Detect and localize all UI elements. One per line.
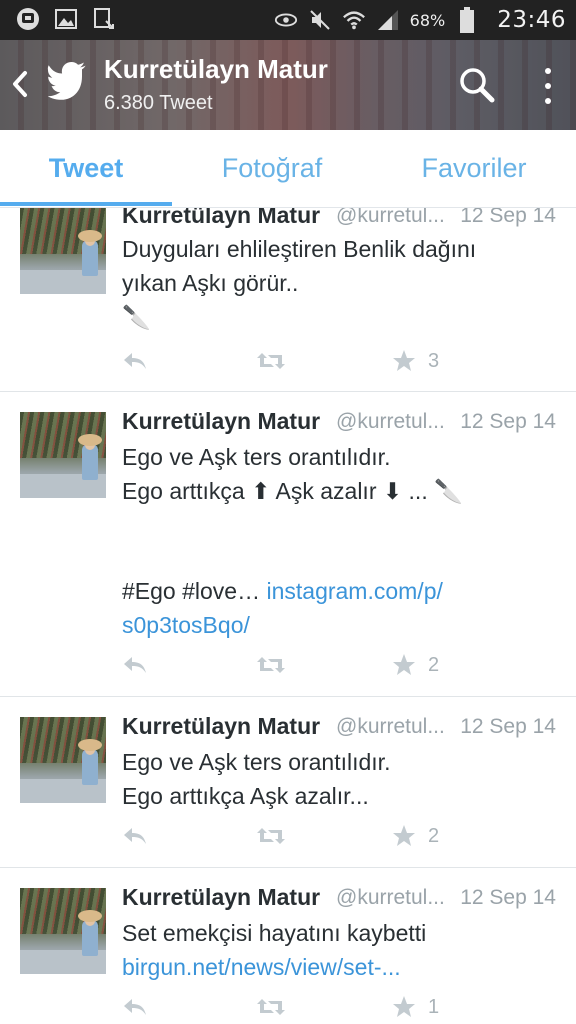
- tweet-author-handle: @kurretul...: [336, 410, 445, 433]
- retweet-icon[interactable]: [256, 346, 286, 376]
- star-icon: [393, 654, 415, 675]
- status-bar: 68% 23:46: [0, 0, 576, 40]
- back-icon[interactable]: [6, 66, 34, 102]
- avatar[interactable]: [20, 888, 106, 974]
- favorite-count: 2: [428, 653, 440, 676]
- tab-tweet[interactable]: Tweet: [0, 130, 172, 206]
- tweet-date: 12 Sep 14: [460, 208, 556, 227]
- tweet-author-name: Kurretülayn Matur: [122, 713, 321, 739]
- app-badge-icon: [16, 7, 40, 31]
- avatar[interactable]: [20, 208, 106, 294]
- tweet-author-handle: @kurretul...: [336, 715, 445, 738]
- tweet-date: 12 Sep 14: [460, 410, 556, 433]
- reply-icon[interactable]: [122, 650, 148, 680]
- tweet-item[interactable]: Kurretülayn Matur @kurretul... 12 Sep 14…: [0, 208, 576, 392]
- favorite-count: 1: [428, 995, 440, 1018]
- download-icon: [92, 7, 116, 31]
- active-tab-indicator: [0, 202, 172, 206]
- retweet-icon[interactable]: [256, 992, 286, 1022]
- tab-photo[interactable]: Fotoğraf: [172, 130, 372, 206]
- star-icon: [393, 996, 415, 1017]
- tweet-author-handle: @kurretul...: [336, 886, 445, 909]
- tweet-text: Ego ve Aşk ters orantılıdır. Ego arttıkç…: [122, 444, 463, 638]
- battery-icon: [455, 7, 479, 33]
- tweet-author-handle: @kurretul...: [336, 208, 445, 227]
- signal-icon: [376, 8, 400, 32]
- tweet-author-name: Kurretülayn Matur: [122, 208, 321, 228]
- wifi-icon: [342, 8, 366, 32]
- tweet-timeline[interactable]: Kurretülayn Matur @kurretul... 12 Sep 14…: [0, 208, 576, 1024]
- tweet-text: Set emekçisi hayatını kaybetti birgun.ne…: [122, 920, 427, 980]
- star-icon: [393, 825, 415, 846]
- tweet-author-name: Kurretülayn Matur: [122, 408, 321, 434]
- retweet-icon[interactable]: [256, 650, 286, 680]
- tweet-item[interactable]: Kurretülayn Matur @kurretul... 12 Sep 14…: [0, 392, 576, 697]
- tab-favorites[interactable]: Favoriler: [372, 130, 576, 206]
- reply-icon[interactable]: [122, 821, 148, 851]
- favorite-button[interactable]: 3: [392, 346, 439, 376]
- image-icon: [54, 7, 78, 31]
- tweet-date: 12 Sep 14: [460, 715, 556, 738]
- tweet-item[interactable]: Kurretülayn Matur @kurretul... 12 Sep 14…: [0, 868, 576, 1024]
- reply-icon[interactable]: [122, 346, 148, 376]
- profile-name: Kurretülayn Matur: [104, 54, 328, 84]
- profile-tabs: Tweet Fotoğraf Favoriler: [0, 130, 576, 208]
- avatar[interactable]: [20, 412, 106, 498]
- favorite-button[interactable]: 1: [392, 992, 439, 1022]
- favorite-count: 3: [428, 349, 440, 372]
- star-icon: [393, 350, 415, 371]
- favorite-button[interactable]: 2: [392, 821, 439, 851]
- tweet-link[interactable]: s0p3tosBqo/: [122, 612, 250, 638]
- twitter-bird-icon: [46, 62, 90, 102]
- favorite-count: 2: [428, 824, 440, 847]
- search-icon[interactable]: [458, 66, 496, 104]
- eye-icon: [274, 8, 298, 32]
- tweet-author-name: Kurretülayn Matur: [122, 884, 321, 910]
- overflow-menu-icon[interactable]: [536, 66, 560, 106]
- tweet-text: Ego ve Aşk ters orantılıdır. Ego arttıkç…: [122, 749, 391, 809]
- tweet-link[interactable]: birgun.net/news/view/set-...: [122, 954, 401, 980]
- tweet-text: Duyguları ehlileştiren Benlik dağını yık…: [122, 236, 477, 330]
- retweet-icon[interactable]: [256, 821, 286, 851]
- tweet-count: 6.380 Tweet: [104, 92, 213, 114]
- profile-header: Kurretülayn Matur 6.380 Tweet: [0, 40, 576, 130]
- reply-icon[interactable]: [122, 992, 148, 1022]
- avatar[interactable]: [20, 717, 106, 803]
- tweet-item[interactable]: Kurretülayn Matur @kurretul... 12 Sep 14…: [0, 697, 576, 868]
- tweet-date: 12 Sep 14: [460, 886, 556, 909]
- battery-percent: 68%: [409, 10, 446, 30]
- mute-icon: [308, 8, 332, 32]
- clock: 23:46: [497, 7, 566, 33]
- favorite-button[interactable]: 2: [392, 650, 439, 680]
- tweet-link[interactable]: instagram.com/p/: [266, 578, 442, 604]
